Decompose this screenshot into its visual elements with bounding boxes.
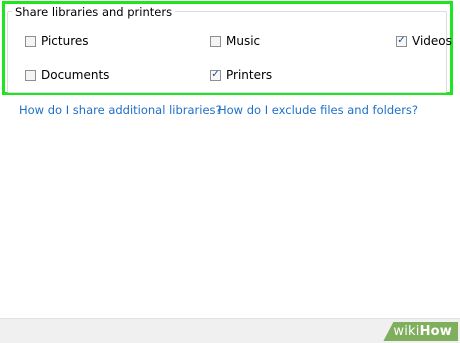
videos-checkbox[interactable]: ✓	[396, 34, 407, 47]
printers-label: Printers	[226, 68, 273, 82]
videos-label: Videos	[412, 34, 452, 48]
printers-checkbox[interactable]: ✓	[210, 68, 221, 81]
documents-label: Documents	[41, 68, 110, 82]
music-checkbox[interactable]	[210, 35, 221, 47]
checkmark-icon: ✓	[211, 68, 220, 80]
pictures-label: Pictures	[41, 34, 89, 48]
share-libraries-help-link[interactable]: How do I share additional libraries?	[19, 103, 222, 117]
wikihow-watermark: wikiHow	[383, 322, 458, 341]
music-label: Music	[226, 34, 261, 48]
watermark-prefix: wiki	[393, 324, 420, 339]
checkmark-icon: ✓	[397, 34, 406, 46]
documents-checkbox[interactable]	[25, 69, 36, 81]
music-option[interactable]: Music	[210, 34, 260, 48]
pictures-option[interactable]: Pictures	[25, 34, 89, 48]
watermark-suffix: How	[419, 324, 452, 339]
documents-option[interactable]: Documents	[25, 68, 109, 82]
exclude-files-help-link[interactable]: How do I exclude files and folders?	[218, 103, 418, 117]
group-title: Share libraries and printers	[12, 5, 176, 19]
printers-option[interactable]: ✓ Printers	[210, 68, 272, 82]
pictures-checkbox[interactable]	[25, 35, 36, 47]
videos-option[interactable]: ✓ Videos	[396, 34, 452, 48]
